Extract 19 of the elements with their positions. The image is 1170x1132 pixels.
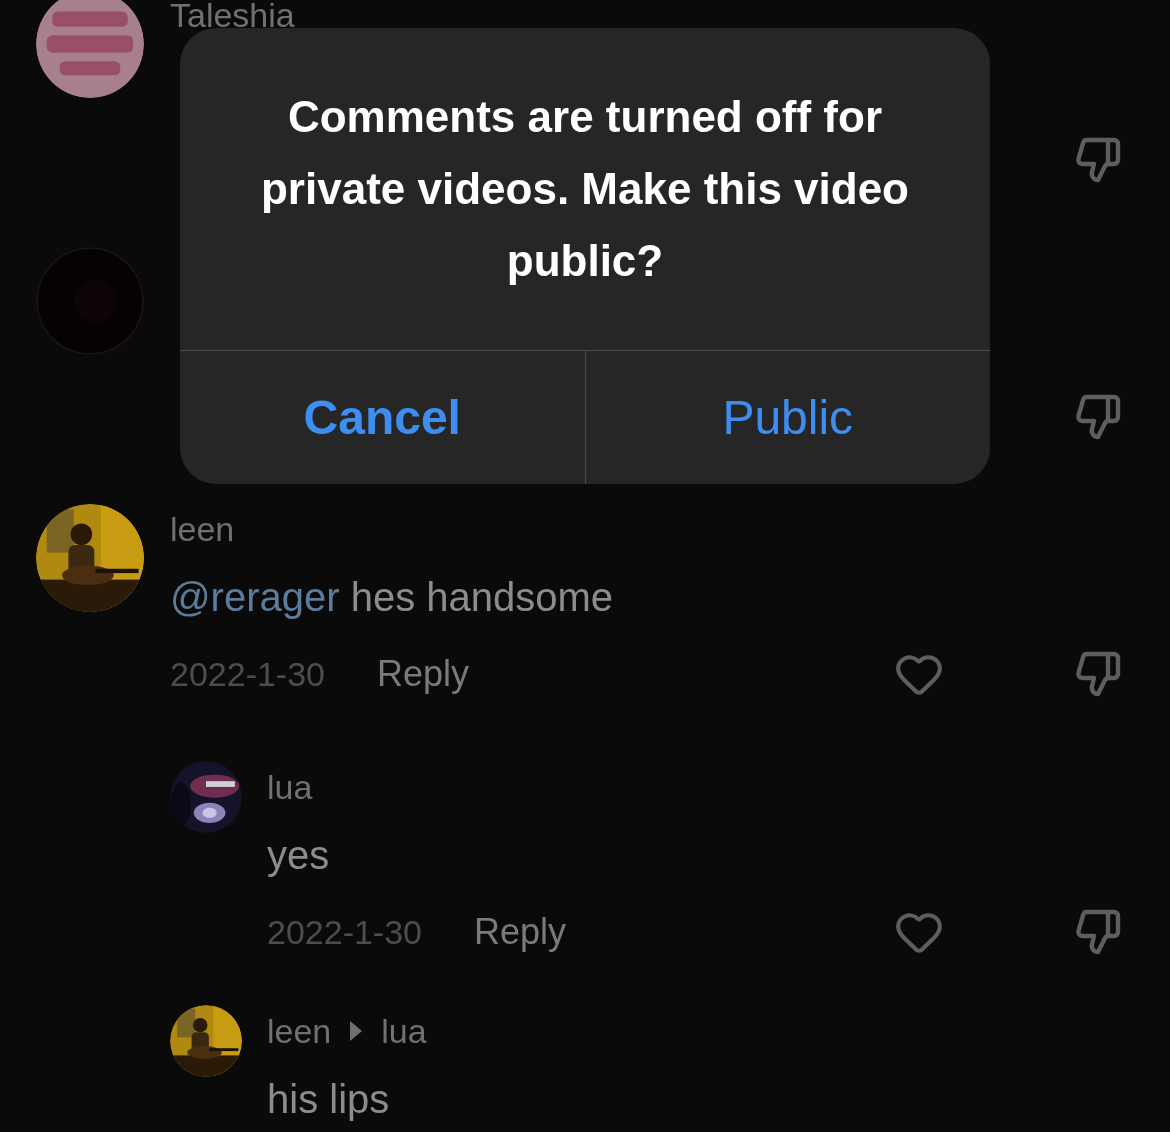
username[interactable]: leen [170, 507, 235, 551]
username[interactable]: lua [267, 765, 313, 809]
comment-text: @rerager hes handsome [170, 574, 615, 621]
caret-icon [349, 1020, 364, 1042]
thumbs-down-icon[interactable] [1074, 908, 1122, 956]
comment-text: his lips [267, 1076, 391, 1123]
thumbs-down-icon[interactable] [1074, 136, 1122, 184]
thumbs-down-icon[interactable] [1074, 650, 1122, 698]
reply-target-username[interactable]: lua [381, 1009, 427, 1053]
reply-link[interactable]: Reply [377, 652, 470, 696]
comment-date: 2022-1-30 [267, 912, 422, 953]
cancel-button[interactable]: Cancel [180, 351, 585, 484]
comment-text: yes [267, 832, 331, 879]
dialog-message: Comments are turned off for private videos. Make this video public? [260, 91, 910, 287]
username[interactable]: leen [267, 1009, 332, 1053]
comment-date: 2022-1-30 [170, 654, 325, 695]
thumbs-down-icon[interactable] [1074, 393, 1122, 441]
reply-link[interactable]: Reply [474, 910, 567, 954]
confirm-button[interactable]: Public [584, 351, 990, 484]
